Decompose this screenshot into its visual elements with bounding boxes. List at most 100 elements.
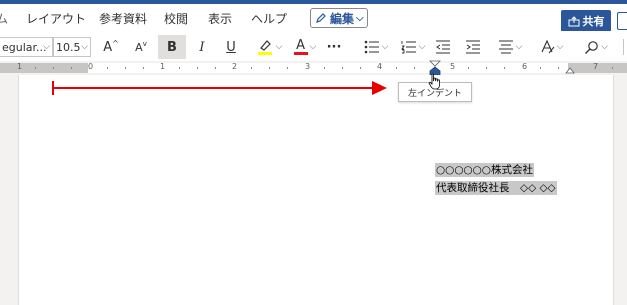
menu-item-review[interactable]: 校閲 xyxy=(164,10,188,27)
chevron-down-icon: ⌵ xyxy=(275,42,283,52)
menu-item-truncated[interactable]: ム xyxy=(0,10,8,27)
edit-mode-label: 編集 xyxy=(330,11,355,26)
shrink-font-button[interactable]: Av xyxy=(128,35,154,59)
font-color-button[interactable]: A ⌵ xyxy=(289,35,321,59)
ruler-number: 1 xyxy=(17,62,23,71)
chevron-down-icon: ⌵ xyxy=(43,42,50,52)
find-button[interactable]: ⌵ xyxy=(580,35,612,59)
increase-indent-button[interactable] xyxy=(462,35,484,59)
italic-icon: I xyxy=(199,39,205,55)
chevron-down-icon: ⌵ xyxy=(556,42,564,52)
chevron-down-icon: ⌵ xyxy=(515,42,523,52)
representative-line[interactable]: 代表取締役社長 ◇◇ ◇◇ xyxy=(435,181,557,195)
ribbon-toolbar: egular... ⌵ 10.5 ⌵ A ^ Av B I U ⌵ A ⌵ ···… xyxy=(0,31,627,62)
increase-indent-icon xyxy=(466,40,480,54)
ruler-tick xyxy=(504,67,505,69)
decrease-indent-icon xyxy=(436,40,450,54)
ruler-number: 5 xyxy=(450,62,456,71)
chevron-down-icon: ⌵ xyxy=(81,42,88,52)
chevron-down-icon: ⌵ xyxy=(309,42,317,52)
company-name-line[interactable]: ○○○○○○株式会社 xyxy=(435,163,534,177)
ruler-tick xyxy=(71,67,72,69)
ruler-number: 3 xyxy=(305,62,311,71)
ruler-tick xyxy=(143,67,144,69)
right-indent-marker[interactable] xyxy=(565,67,575,75)
edit-mode-button[interactable]: 編集 ⌵ xyxy=(310,8,368,28)
bold-icon: B xyxy=(167,39,177,55)
chevron-down-icon: ⌵ xyxy=(601,42,608,52)
ruler-tick xyxy=(468,67,469,69)
ruler-tick xyxy=(269,67,270,69)
ruler-tick xyxy=(179,67,180,69)
decrease-indent-button[interactable] xyxy=(432,35,454,59)
chevron-down-icon: ⌵ xyxy=(356,12,364,24)
ruler-tick xyxy=(197,67,198,69)
ruler-tick xyxy=(540,67,541,69)
ruler-tick xyxy=(558,67,559,69)
ruler-tick xyxy=(287,67,288,69)
more-options-button[interactable]: ··· xyxy=(323,35,345,59)
font-size-combo[interactable]: 10.5 ⌵ xyxy=(53,37,91,57)
bullet-list-icon xyxy=(364,40,379,54)
bold-button[interactable]: B xyxy=(158,35,186,59)
ruler-number: 1 xyxy=(160,62,166,71)
share-label: 共有 xyxy=(582,15,605,28)
comments-button[interactable] xyxy=(617,12,627,30)
ruler-tick xyxy=(396,67,397,69)
font-name-value: egular... xyxy=(2,40,47,54)
ruler-tick xyxy=(324,67,325,69)
share-icon xyxy=(568,15,579,26)
underline-button[interactable]: U xyxy=(219,35,243,59)
underline-icon: U xyxy=(226,39,236,55)
font-name-combo[interactable]: egular... ⌵ xyxy=(0,37,53,57)
search-icon xyxy=(585,40,598,54)
ruler-number: 0 xyxy=(88,62,94,71)
ruler-tick xyxy=(215,67,216,69)
menu-item-help[interactable]: ヘルプ xyxy=(251,10,287,27)
annotation-arrow xyxy=(52,81,387,95)
align-center-icon xyxy=(498,40,513,54)
pencil-icon xyxy=(316,13,326,23)
shrink-font-icon: A xyxy=(135,40,143,54)
menu-item-view[interactable]: 表示 xyxy=(208,10,232,27)
grow-font-icon: A xyxy=(103,39,113,55)
grow-font-button[interactable]: A ^ xyxy=(98,35,124,59)
share-button[interactable]: 共有 xyxy=(561,10,611,32)
ruler-tick xyxy=(251,67,252,69)
more-icon: ··· xyxy=(326,39,342,55)
menu-item-layout[interactable]: レイアウト xyxy=(26,10,86,27)
ruler-tick xyxy=(414,67,415,69)
horizontal-ruler[interactable]: 1 0 1 2 3 4 5 6 7 xyxy=(0,60,627,76)
ruler-number: 2 xyxy=(232,62,238,71)
ruler-tick xyxy=(342,67,343,69)
italic-button[interactable]: I xyxy=(190,35,214,59)
ruler-number: 7 xyxy=(593,62,599,71)
ruler-tick xyxy=(125,67,126,69)
bullets-button[interactable]: ⌵ xyxy=(360,35,392,59)
styles-icon xyxy=(541,39,554,54)
highlight-button[interactable]: ⌵ xyxy=(251,35,287,59)
ruler-left-margin xyxy=(0,63,88,73)
ruler-tick xyxy=(486,67,487,69)
hand-cursor-icon xyxy=(428,73,440,90)
ribbon-divider xyxy=(623,39,624,55)
chevron-down-icon: ⌵ xyxy=(418,42,426,52)
ruler-number: 6 xyxy=(522,62,528,71)
highlighter-icon xyxy=(257,40,272,55)
ruler-tick xyxy=(107,67,108,69)
font-color-icon: A xyxy=(296,38,306,53)
ruler-tick xyxy=(612,67,613,69)
font-size-value: 10.5 xyxy=(56,40,81,54)
menu-bar: ム レイアウト 参考資料 校閲 表示 ヘルプ 編集 ⌵ 共有 xyxy=(0,4,627,32)
font-color-swatch xyxy=(293,52,308,55)
ruler-number: 4 xyxy=(377,62,383,71)
menu-item-references[interactable]: 参考資料 xyxy=(99,10,147,27)
align-button[interactable]: ⌵ xyxy=(493,35,527,59)
styles-button[interactable]: ⌵ xyxy=(535,35,567,59)
numbering-button[interactable]: ⌵ xyxy=(398,35,428,59)
numbered-list-icon xyxy=(400,41,416,54)
chevron-down-icon: ⌵ xyxy=(381,42,389,52)
ruler-tick xyxy=(35,67,36,69)
ruler-tick xyxy=(360,67,361,69)
ruler-tick xyxy=(53,67,54,69)
